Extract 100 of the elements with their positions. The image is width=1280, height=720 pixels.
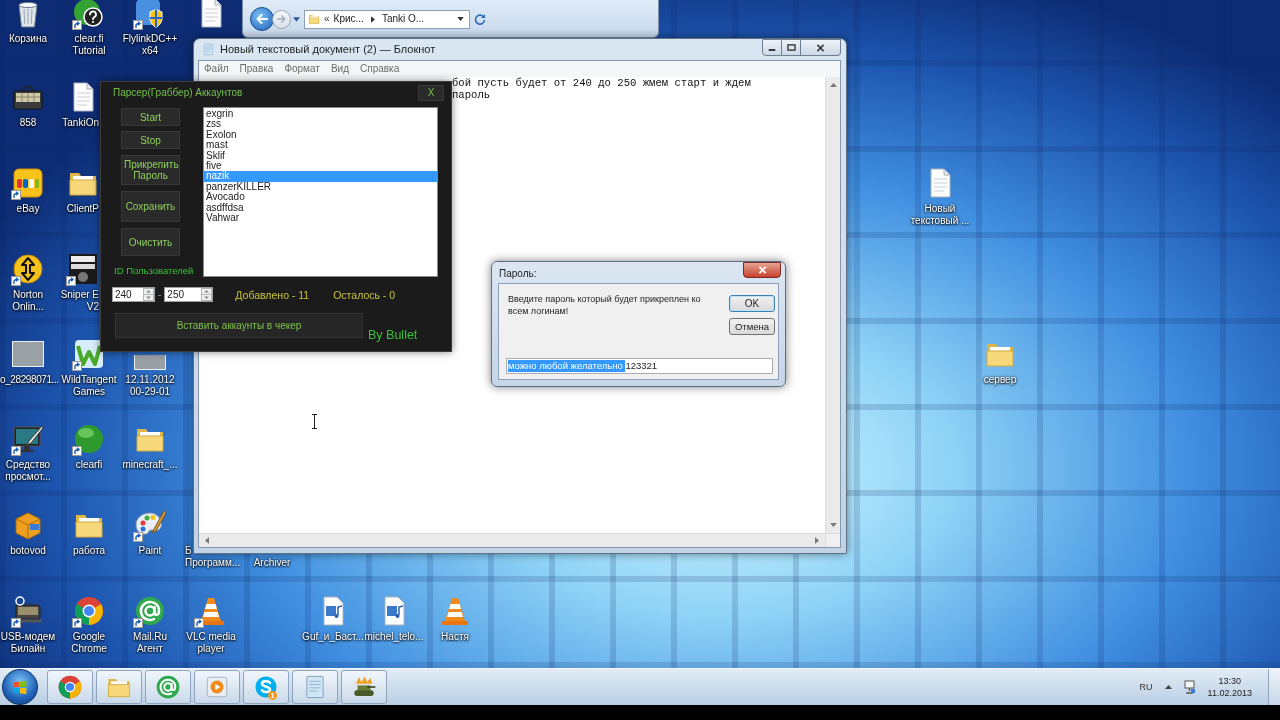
browser-icon[interactable]: [73, 595, 105, 627]
icon-label[interactable]: работа: [72, 545, 106, 557]
number-field[interactable]: 250: [164, 287, 214, 302]
text-line: пароль: [452, 89, 491, 101]
icon-label[interactable]: FlylinkDC++ x64: [122, 33, 178, 57]
icon-label[interactable]: Sniper E V2: [60, 289, 99, 313]
menu-item[interactable]: Справка: [360, 63, 400, 75]
stop-button[interactable]: Stop: [121, 131, 180, 149]
arrow-left-icon[interactable]: [205, 537, 209, 544]
sphere-icon[interactable]: [73, 423, 105, 455]
chevron-right-icon[interactable]: [370, 15, 375, 23]
window-title: Парсер(Граббер) Аккаунтов: [113, 86, 243, 99]
arrow-down-icon[interactable]: [829, 523, 837, 527]
list-item[interactable]: asdffdsa: [204, 202, 437, 214]
icon-label[interactable]: 858: [19, 117, 37, 129]
selected-text: можно любой желательно: [508, 360, 626, 372]
maximize-button[interactable]: [782, 39, 801, 56]
icon-label[interactable]: TankiOn: [62, 117, 99, 129]
icon-label[interactable]: WildTangent Games: [61, 374, 117, 398]
close-button[interactable]: X: [418, 84, 444, 101]
vertical-scrollbar[interactable]: [825, 77, 840, 533]
clock-time[interactable]: 13:30: [1218, 675, 1242, 687]
start-button[interactable]: [2, 669, 38, 705]
spinner-icon[interactable]: [201, 288, 213, 301]
icon-label[interactable]: VLC media player: [186, 631, 236, 655]
ok-button[interactable]: OK: [729, 295, 775, 312]
close-icon: [816, 43, 825, 52]
taskbar-button[interactable]: [341, 670, 387, 704]
breadcrumb-item[interactable]: Крис...: [333, 13, 364, 25]
list-item[interactable]: Avocado: [204, 192, 437, 203]
list-item[interactable]: Sklif: [204, 150, 437, 162]
minimize-button[interactable]: [762, 39, 782, 56]
breadcrumb-overflow[interactable]: «: [324, 13, 330, 25]
address-bar[interactable]: « Крис... Tanki O...: [304, 9, 470, 29]
attach-password-button[interactable]: Прикрепить Пароль: [121, 155, 180, 185]
arrow-right-icon[interactable]: [815, 537, 819, 544]
arrow-up-icon[interactable]: [829, 83, 837, 87]
menu-item[interactable]: Вид: [330, 63, 349, 75]
icon-label[interactable]: Paint: [138, 545, 162, 557]
icon-label[interactable]: Б Программ...: [185, 545, 241, 569]
logo-tile-icon[interactable]: [12, 167, 44, 199]
menu-item[interactable]: Правка: [239, 63, 274, 75]
list-item[interactable]: Exolon: [204, 129, 437, 141]
shield-icon[interactable]: [134, 0, 166, 29]
refresh-icon[interactable]: [474, 13, 486, 25]
icon-label[interactable]: clearfi: [75, 459, 103, 471]
list-item[interactable]: five: [204, 161, 437, 172]
password-field[interactable]: можно любой желательно 123321: [506, 358, 773, 374]
start-button[interactable]: Start: [121, 108, 180, 126]
account-list[interactable]: exgrin zss Exolon mast Sklif five nazik panzerKILLER Avocado asdffdsa Vahwar: [203, 107, 438, 277]
icon-label[interactable]: Google Chrome: [71, 631, 107, 655]
menu-item[interactable]: Файл: [204, 63, 229, 75]
monitor-icon[interactable]: [12, 423, 44, 455]
photo-placeholder[interactable]: [134, 355, 166, 370]
caret-down-icon[interactable]: [457, 17, 464, 21]
close-button[interactable]: [801, 39, 841, 56]
breadcrumb-item[interactable]: Tanki O...: [381, 13, 425, 25]
at-sign-icon[interactable]: [134, 595, 166, 627]
back-button[interactable]: [250, 7, 274, 31]
four-pane-logo-icon: [11, 678, 29, 696]
network-icon[interactable]: [1183, 680, 1196, 694]
language-indicator[interactable]: RU: [1139, 681, 1153, 693]
icon-label[interactable]: clear.fi Tutorial: [72, 33, 106, 57]
list-item[interactable]: exgrin: [204, 109, 437, 120]
show-desktop-button[interactable]: [1268, 668, 1280, 706]
game-cover-icon[interactable]: [67, 253, 99, 285]
save-button[interactable]: Сохранить: [121, 191, 180, 222]
icon-label[interactable]: eBay: [16, 203, 40, 215]
horizontal-scrollbar[interactable]: [199, 533, 825, 547]
list-item[interactable]: panzerKILLER: [204, 181, 437, 193]
caret-up-icon[interactable]: [1164, 685, 1172, 689]
number-field[interactable]: 240: [112, 287, 155, 302]
insert-accounts-button[interactable]: Вставить аккаунты в чекер: [115, 313, 363, 338]
help-icon[interactable]: [73, 0, 105, 29]
icon-label[interactable]: Norton Onlin...: [12, 289, 44, 313]
clear-button[interactable]: Очистить: [121, 228, 180, 256]
icon-label[interactable]: Mail.Ru Агент: [133, 631, 167, 655]
close-button[interactable]: [743, 262, 781, 278]
icon-label[interactable]: USB-модем Билайн: [0, 631, 56, 655]
icon-label[interactable]: minecraft_...: [122, 459, 178, 471]
taskbar-button[interactable]: [145, 670, 191, 704]
icon-label[interactable]: Корзина: [8, 33, 48, 45]
icon-label[interactable]: 12.11.2012 00-29-01: [125, 374, 175, 398]
traffic-cone-icon[interactable]: [439, 595, 471, 627]
zigzag-logo-icon[interactable]: [73, 338, 105, 370]
taskbar-button[interactable]: [47, 670, 93, 704]
icon-label[interactable]: ClientP: [66, 203, 99, 215]
list-item[interactable]: Vahwar: [204, 213, 437, 224]
icon-label[interactable]: Средство просмот...: [5, 459, 51, 483]
icon-label[interactable]: botovod: [10, 545, 46, 557]
clock-date[interactable]: 11.02.2013: [1207, 687, 1252, 699]
menu-item[interactable]: Формат: [284, 63, 320, 75]
minimize-icon: [768, 49, 776, 51]
list-item[interactable]: mast: [204, 140, 437, 151]
list-item[interactable]: zss: [204, 119, 437, 130]
arrow-right-icon: [277, 15, 286, 23]
icon-label[interactable]: o_28298071...: [0, 374, 59, 386]
close-icon: [757, 266, 767, 274]
cancel-button[interactable]: Отмена: [729, 318, 775, 335]
spinner-icon[interactable]: [143, 288, 154, 301]
